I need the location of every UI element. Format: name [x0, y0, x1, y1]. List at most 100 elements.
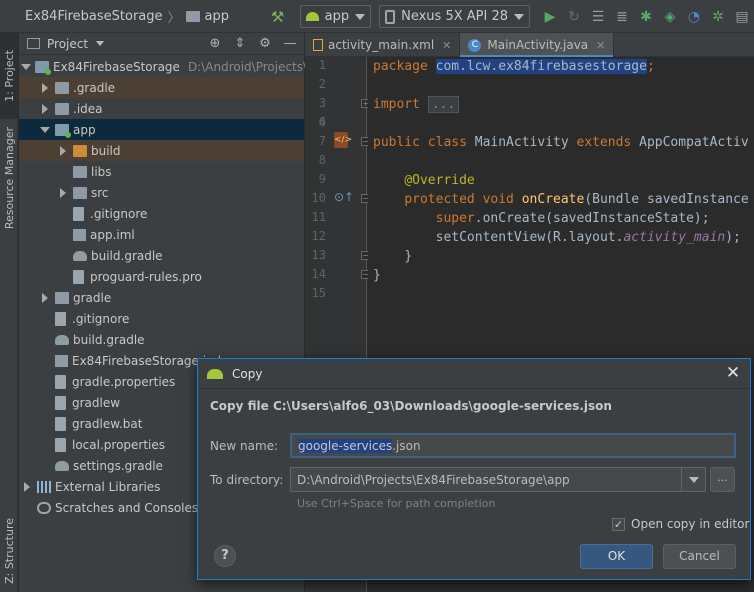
apply-code-changes-icon[interactable]: ≣ — [614, 9, 630, 25]
dialog-title-bar: Copy ✕ — [198, 359, 750, 389]
tree-item[interactable]: .gitignore — [19, 308, 304, 329]
collapse-arrow-icon[interactable] — [21, 56, 31, 77]
cancel-button[interactable]: Cancel — [663, 544, 736, 569]
tab-project[interactable]: 1: Project — [0, 33, 18, 119]
browse-button[interactable]: ... — [710, 467, 735, 492]
code-line-10: protected void onCreate(Bundle savedInst… — [373, 190, 748, 209]
tree-item[interactable]: app.iml — [19, 224, 304, 245]
apply-changes-icon[interactable]: ☰ — [590, 9, 606, 25]
breadcrumb-module[interactable]: app — [205, 9, 229, 24]
tree-item[interactable]: proguard-rules.pro — [19, 266, 304, 287]
keyword: import — [373, 97, 420, 112]
folded-imports[interactable]: ... — [427, 96, 460, 113]
breadcrumb-project[interactable]: Ex84FirebaseStorage — [25, 9, 163, 24]
open-copy-checkbox[interactable]: ✓ Open copy in editor — [612, 517, 749, 531]
scratches-icon — [37, 501, 51, 514]
line-number: 1 — [318, 58, 326, 72]
run-icon[interactable]: ▶ — [542, 9, 558, 25]
tab-activity-main-xml[interactable]: activity_main.xml ✕ — [305, 33, 461, 57]
chevron-down-icon — [355, 13, 366, 20]
file-icon — [55, 437, 66, 452]
copy-dialog: Copy ✕ Copy file C:\Users\alfo6_03\Downl… — [197, 358, 751, 580]
project-panel-title[interactable]: Project — [47, 37, 88, 51]
close-icon[interactable]: ✕ — [596, 39, 605, 52]
collapse-all-icon[interactable]: ⇕ — [232, 36, 248, 52]
gear-icon[interactable]: ⚙ — [257, 36, 273, 52]
tree-item[interactable]: gradle — [19, 287, 304, 308]
run-config-label: app — [324, 9, 350, 24]
to-directory-combo[interactable]: D:\Android\Projects\Ex84FirebaseStorage\… — [290, 467, 706, 492]
tree-item-path: D:\Android\Projects\E — [187, 59, 315, 74]
code-line-13: } — [373, 247, 412, 266]
tree-item-label: gradlew — [72, 395, 121, 410]
collapse-arrow-icon[interactable] — [39, 119, 51, 140]
breadcrumb-separator-icon: 〉 — [167, 10, 181, 26]
close-icon[interactable]: ✕ — [724, 364, 742, 382]
locate-file-icon[interactable]: ⊕ — [207, 36, 223, 52]
expand-arrow-icon[interactable] — [57, 182, 69, 203]
rerun-icon[interactable]: ↻ — [566, 9, 582, 25]
coverage-icon[interactable]: ◈ — [662, 9, 678, 25]
module-folder-icon — [55, 123, 71, 138]
sdk-manager-icon[interactable]: ▤ — [734, 9, 750, 25]
tab-project-label: 1: Project — [2, 50, 16, 102]
tree-item[interactable]: .gradle — [19, 77, 304, 98]
tree-item[interactable]: .gitignore — [19, 203, 304, 224]
chevron-down-icon[interactable] — [96, 41, 105, 46]
tree-item[interactable]: Ex84FirebaseStorage D:\Android\Projects\E — [19, 56, 315, 77]
debug-icon[interactable]: ✱ — [638, 9, 654, 25]
build-hammer-icon[interactable]: ⚒ — [270, 9, 286, 25]
expand-arrow-icon[interactable] — [39, 287, 51, 308]
new-name-input[interactable]: google-services .json — [290, 433, 736, 458]
device-select[interactable]: Nexus 5X API 28 — [379, 5, 530, 28]
tree-item[interactable]: app — [19, 119, 304, 140]
field-ref: activity_main — [623, 230, 726, 245]
tree-item-label: Ex84FirebaseStorage — [53, 59, 180, 74]
line-number: 15 — [311, 286, 326, 300]
tree-item[interactable]: build.gradle — [19, 245, 304, 266]
hide-panel-icon[interactable]: — — [282, 36, 298, 52]
line-number: 6 — [318, 115, 326, 129]
line-number: 7 — [318, 134, 326, 148]
file-icon — [55, 416, 66, 431]
code-line-9: @Override — [373, 171, 474, 190]
tree-item[interactable]: build — [19, 140, 304, 161]
close-icon[interactable]: ✕ — [442, 39, 451, 52]
editor-tabs: activity_main.xml ✕ C MainActivity.java … — [305, 33, 754, 58]
tree-item[interactable]: src — [19, 182, 304, 203]
dialog-heading: Copy file C:\Users\alfo6_03\Downloads\go… — [210, 399, 612, 413]
expand-arrow-icon[interactable] — [39, 77, 51, 98]
attach-debugger-icon[interactable]: ✲ — [710, 9, 726, 25]
tab-structure[interactable]: Z: Structure — [0, 511, 18, 591]
tree-item[interactable]: build.gradle — [19, 329, 304, 350]
expand-arrow-icon[interactable] — [21, 476, 33, 497]
ok-button[interactable]: OK — [580, 544, 653, 569]
keyword: extends — [576, 135, 632, 150]
override-method-icon[interactable]: ⊙↑ — [334, 190, 354, 204]
class-name: MainActivity — [474, 135, 569, 150]
expand-arrow-icon[interactable] — [39, 98, 51, 119]
main-toolbar: Ex84FirebaseStorage 〉 app ⚒ app Nexus 5X… — [0, 0, 754, 55]
code-line-1: package com.lcw.ex84firebasestorage; — [373, 57, 655, 76]
tree-item[interactable]: .idea — [19, 98, 304, 119]
checkmark-icon[interactable]: ✓ — [612, 517, 625, 531]
keyword: super — [435, 211, 475, 226]
profiler-icon[interactable]: ◔ — [686, 9, 702, 25]
run-config-select[interactable]: app — [299, 5, 372, 28]
help-button[interactable]: ? — [214, 545, 236, 567]
tree-item-label: proguard-rules.pro — [90, 269, 202, 284]
tree-item[interactable]: libs — [19, 161, 304, 182]
chevron-down-icon[interactable] — [681, 468, 705, 491]
layout-file-icon[interactable]: </> — [334, 132, 352, 148]
expand-arrow-icon[interactable] — [57, 140, 69, 161]
new-name-label: New name: — [210, 439, 279, 453]
tab-resource-manager[interactable]: Resource Manager — [0, 119, 18, 237]
tab-main-activity-java[interactable]: C MainActivity.java ✕ — [460, 33, 615, 58]
